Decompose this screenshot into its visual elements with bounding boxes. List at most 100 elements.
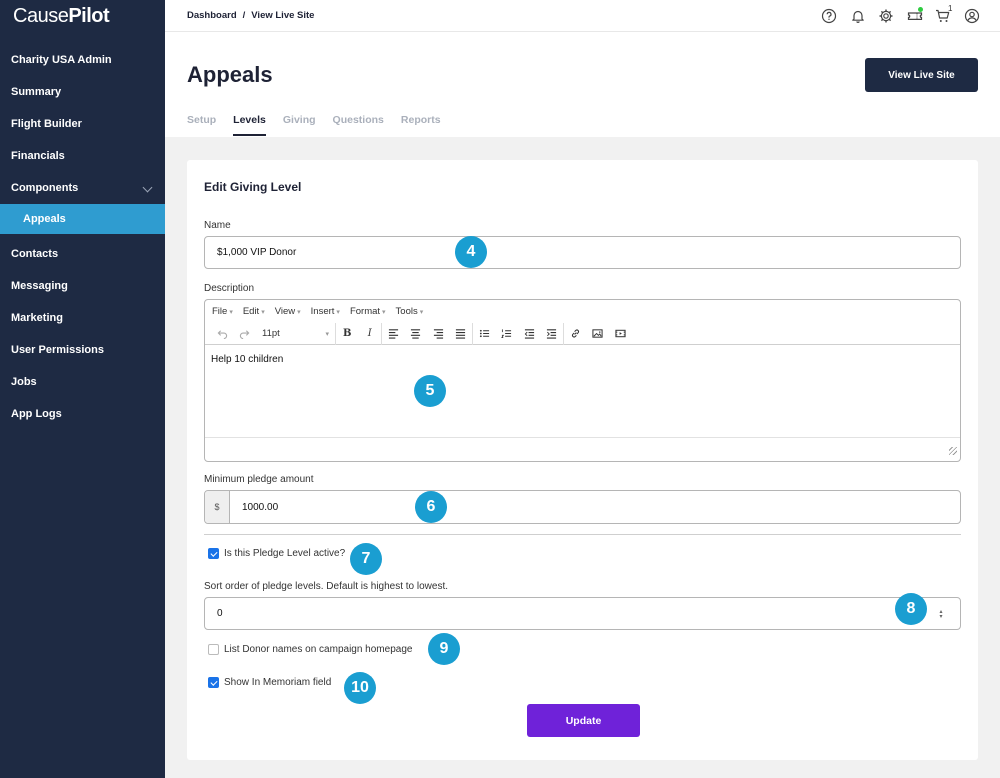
ticket-icon[interactable] bbox=[901, 7, 930, 25]
menu-file[interactable]: File bbox=[212, 306, 233, 317]
list-donors-checkbox-row: List Donor names on campaign homepage bbox=[208, 644, 412, 655]
sidebar-item-messaging[interactable]: Messaging bbox=[0, 270, 165, 302]
tab-giving[interactable]: Giving bbox=[283, 114, 316, 136]
sidebar-item-components[interactable]: Components bbox=[0, 172, 165, 204]
sidebar-item-financials[interactable]: Financials bbox=[0, 140, 165, 172]
align-center-icon[interactable] bbox=[405, 323, 428, 345]
sidebar-item-charity-usa-admin[interactable]: Charity USA Admin bbox=[0, 44, 165, 76]
sidebar-item-label: Contacts bbox=[11, 248, 59, 260]
logo-part-1: Cause bbox=[13, 5, 69, 27]
currency-addon: $ bbox=[205, 491, 230, 523]
name-input[interactable]: $1,000 VIP Donor bbox=[204, 236, 961, 269]
align-right-icon[interactable] bbox=[427, 323, 450, 345]
name-label: Name bbox=[204, 220, 231, 231]
logo[interactable]: CausePilot bbox=[0, 0, 165, 32]
sidebar-item-label: Financials bbox=[11, 150, 65, 162]
link-icon[interactable] bbox=[564, 323, 587, 345]
callout-marker: 7 bbox=[350, 543, 382, 575]
tab-questions[interactable]: Questions bbox=[333, 114, 384, 136]
breadcrumb-separator: / bbox=[242, 10, 246, 21]
sidebar-item-label: Summary bbox=[11, 86, 62, 98]
outdent-icon[interactable] bbox=[518, 323, 541, 345]
sidebar-item-user-permissions[interactable]: User Permissions bbox=[0, 334, 165, 366]
min-pledge-field: $ 1000.00 bbox=[204, 490, 961, 524]
callout-marker: 9 bbox=[428, 633, 460, 665]
menu-tools[interactable]: Tools bbox=[396, 306, 424, 317]
bell-icon[interactable] bbox=[844, 7, 873, 25]
redo-icon[interactable] bbox=[234, 323, 257, 345]
callout-marker: 5 bbox=[414, 375, 446, 407]
font-size-select[interactable]: 11pt bbox=[256, 322, 336, 345]
sidebar-item-label: User Permissions bbox=[11, 344, 104, 356]
list-donors-checkbox-label[interactable]: List Donor names on campaign homepage bbox=[224, 644, 412, 655]
italic-icon[interactable]: I bbox=[359, 323, 382, 345]
sidebar-item-label: Flight Builder bbox=[11, 118, 82, 130]
sidebar-nav: Charity USA Admin Summary Flight Builder… bbox=[0, 44, 165, 430]
min-pledge-label: Minimum pledge amount bbox=[204, 474, 314, 485]
menu-insert[interactable]: Insert bbox=[311, 306, 340, 317]
gear-icon[interactable] bbox=[872, 7, 901, 25]
breadcrumb: Dashboard / View Live Site bbox=[187, 10, 314, 21]
memoriam-checkbox-label[interactable]: Show In Memoriam field bbox=[224, 677, 331, 688]
menu-edit[interactable]: Edit bbox=[243, 306, 265, 317]
sidebar-item-label: Messaging bbox=[11, 280, 68, 292]
tabs: Setup Levels Giving Questions Reports bbox=[187, 114, 458, 136]
edit-giving-level-card: Edit Giving Level Name $1,000 VIP Donor … bbox=[187, 160, 978, 760]
cart-count: 1 bbox=[948, 4, 953, 13]
resize-handle-icon[interactable] bbox=[949, 447, 957, 455]
bullet-list-icon[interactable] bbox=[473, 323, 496, 345]
active-checkbox-label[interactable]: Is this Pledge Level active? bbox=[224, 548, 345, 559]
memoriam-checkbox[interactable] bbox=[208, 677, 219, 688]
active-checkbox[interactable] bbox=[208, 548, 219, 559]
min-pledge-input[interactable]: 1000.00 bbox=[230, 491, 960, 523]
sidebar-item-label: App Logs bbox=[11, 408, 62, 420]
number-spinner-icon[interactable]: ▴ ▾ bbox=[938, 609, 944, 620]
tab-levels[interactable]: Levels bbox=[233, 114, 266, 136]
callout-marker: 4 bbox=[455, 236, 487, 268]
tab-reports[interactable]: Reports bbox=[401, 114, 441, 136]
sidebar-item-label: Charity USA Admin bbox=[11, 54, 112, 66]
editor-menubar: File Edit View Insert Format Tools bbox=[205, 300, 960, 323]
sort-order-input[interactable]: 0 ▴ ▾ bbox=[204, 597, 961, 630]
callout-marker: 6 bbox=[415, 491, 447, 523]
sidebar-item-jobs[interactable]: Jobs bbox=[0, 366, 165, 398]
menu-format[interactable]: Format bbox=[350, 306, 386, 317]
numbered-list-icon[interactable] bbox=[496, 323, 519, 345]
sidebar-item-appeals[interactable]: Appeals bbox=[0, 204, 165, 234]
sidebar-item-marketing[interactable]: Marketing bbox=[0, 302, 165, 334]
breadcrumb-dashboard[interactable]: Dashboard bbox=[187, 10, 237, 21]
user-icon[interactable] bbox=[958, 7, 987, 25]
description-label: Description bbox=[204, 283, 255, 294]
sidebar-item-label: Jobs bbox=[11, 376, 37, 388]
sidebar-item-summary[interactable]: Summary bbox=[0, 76, 165, 108]
sidebar: CausePilot Charity USA Admin Summary Fli… bbox=[0, 0, 165, 778]
notification-dot bbox=[918, 7, 923, 12]
sidebar-item-label: Components bbox=[11, 182, 79, 194]
description-editor-body[interactable]: Help 10 children bbox=[205, 345, 960, 437]
sidebar-item-contacts[interactable]: Contacts bbox=[0, 238, 165, 270]
breadcrumb-view-live-site[interactable]: View Live Site bbox=[251, 10, 314, 21]
update-button[interactable]: Update bbox=[527, 704, 640, 737]
divider bbox=[204, 534, 961, 535]
help-icon[interactable] bbox=[815, 7, 844, 25]
cart-icon[interactable]: 1 bbox=[929, 4, 958, 25]
callout-marker: 10 bbox=[344, 672, 376, 704]
align-justify-icon[interactable] bbox=[450, 323, 473, 345]
editor-toolbar: 11pt B I bbox=[205, 322, 960, 345]
indent-icon[interactable] bbox=[541, 323, 564, 345]
align-left-icon[interactable] bbox=[382, 323, 405, 345]
tab-setup[interactable]: Setup bbox=[187, 114, 216, 136]
description-editor: File Edit View Insert Format Tools 11pt … bbox=[204, 299, 961, 462]
sidebar-item-app-logs[interactable]: App Logs bbox=[0, 398, 165, 430]
sidebar-item-label: Marketing bbox=[11, 312, 63, 324]
menu-view[interactable]: View bbox=[275, 306, 301, 317]
list-donors-checkbox[interactable] bbox=[208, 644, 219, 655]
memoriam-checkbox-row: Show In Memoriam field bbox=[208, 677, 331, 688]
image-icon[interactable] bbox=[587, 323, 610, 345]
bold-icon[interactable]: B bbox=[336, 323, 359, 345]
undo-icon[interactable] bbox=[211, 323, 234, 345]
media-icon[interactable] bbox=[609, 323, 632, 345]
editor-statusbar bbox=[205, 437, 960, 458]
view-live-site-button[interactable]: View Live Site bbox=[865, 58, 978, 92]
sidebar-item-flight-builder[interactable]: Flight Builder bbox=[0, 108, 165, 140]
